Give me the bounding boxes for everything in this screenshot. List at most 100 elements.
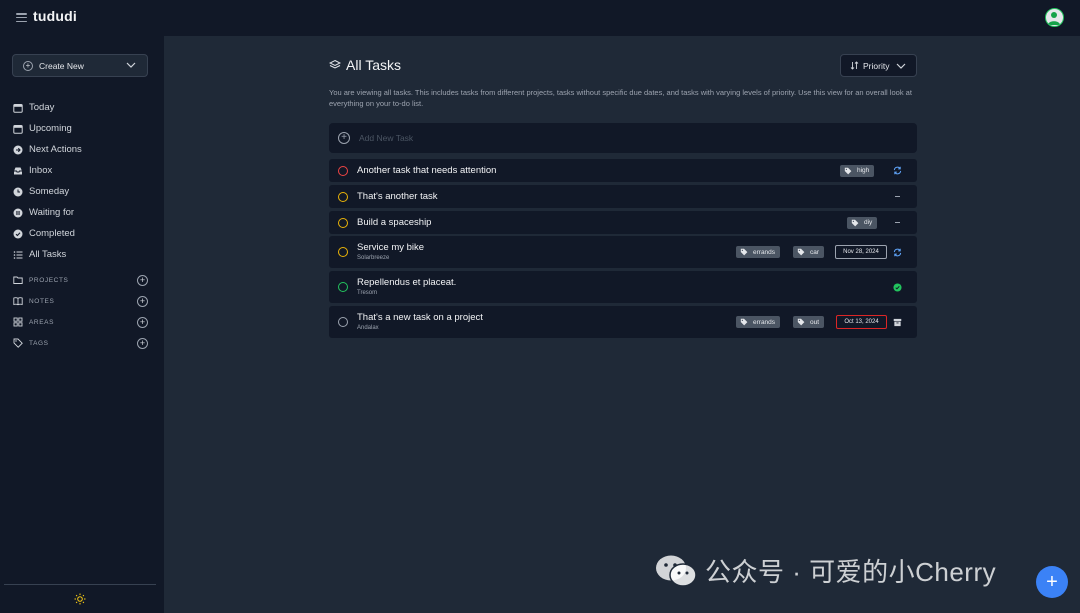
section-label: NOTES — [29, 297, 55, 305]
task-complete-checkbox[interactable] — [338, 191, 348, 202]
sidebar-item-upcoming[interactable]: Upcoming — [12, 118, 82, 139]
section-label: TAGS — [29, 339, 49, 347]
arrow-right-circle-icon — [12, 144, 23, 155]
tag-icon — [740, 318, 748, 326]
task-project: Tresom — [357, 290, 378, 296]
task-complete-checkbox[interactable] — [338, 282, 348, 292]
task-complete-checkbox[interactable] — [338, 217, 348, 228]
tag-icon — [797, 248, 805, 256]
add-note-icon[interactable]: + — [137, 296, 148, 307]
sidebar-item-label: All Tasks — [29, 249, 67, 260]
section-label: AREAS — [29, 318, 55, 326]
sidebar-item-completed[interactable]: Completed — [12, 223, 82, 244]
add-area-icon[interactable]: + — [137, 317, 148, 328]
task-row[interactable]: That's another task — [329, 185, 917, 208]
add-project-icon[interactable]: + — [137, 275, 148, 286]
sidebar-item-label: Today — [29, 102, 55, 113]
task-name: Build a spaceship — [357, 217, 432, 228]
sidebar-nav: Today Upcoming Next Actions Inbox Someda… — [12, 97, 82, 265]
sidebar-item-someday[interactable]: Someday — [12, 181, 82, 202]
calendar-icon — [12, 123, 23, 134]
tag-icon — [740, 248, 748, 256]
watermark: 公众号 · 可爱的小Cherry — [655, 552, 996, 589]
menu-icon[interactable] — [16, 13, 27, 22]
sidebar-item-label: Next Actions — [29, 144, 82, 155]
plus-circle-icon: + — [23, 60, 33, 71]
sidebar-divider — [4, 584, 156, 585]
check-circle-icon — [893, 282, 902, 292]
tag-icon — [12, 338, 23, 349]
task-tag[interactable]: high — [840, 164, 875, 177]
task-name: That's a new task on a project — [357, 312, 483, 323]
create-new-label: Create New — [39, 60, 84, 71]
task-complete-checkbox[interactable] — [338, 247, 348, 257]
app-brand[interactable]: tududi — [33, 8, 77, 24]
user-avatar-icon[interactable] — [1045, 8, 1064, 27]
task-name: Repellendus et placeat. — [357, 277, 457, 288]
task-row[interactable]: Repellendus et placeat. Tresom — [329, 271, 917, 303]
task-name: That's another task — [357, 191, 438, 202]
task-row[interactable]: Service my bike Solarbreeze errands car … — [329, 236, 917, 268]
task-complete-checkbox[interactable] — [338, 165, 348, 176]
tag-label: errands — [753, 248, 776, 256]
sun-icon[interactable] — [74, 593, 86, 605]
sort-label: Priority — [863, 60, 890, 71]
add-tag-icon[interactable]: + — [137, 338, 148, 349]
sidebar-item-label: Inbox — [29, 165, 53, 176]
due-date-badge: Nov 28, 2024 — [835, 245, 887, 259]
sidebar-item-label: Waiting for — [29, 207, 75, 218]
task-name: Service my bike — [357, 242, 425, 253]
task-tag[interactable]: car — [793, 246, 825, 258]
plus-circle-icon: + — [338, 132, 350, 144]
page-title: All Tasks — [329, 57, 401, 73]
sidebar-item-label: Someday — [29, 186, 70, 197]
top-bar: tududi — [0, 0, 1080, 36]
sidebar-item-label: Upcoming — [29, 123, 72, 134]
folder-icon — [12, 275, 23, 286]
layers-icon — [329, 59, 341, 69]
task-tag[interactable]: errands — [736, 246, 781, 258]
watermark-text: 公众号 · 可爱的小Cherry — [705, 557, 997, 587]
due-date-badge: Oct 13, 2024 — [836, 315, 887, 329]
sidebar-item-next-actions[interactable]: Next Actions — [12, 139, 82, 160]
sidebar-section-areas[interactable]: AREAS + — [12, 315, 148, 329]
section-label: PROJECTS — [29, 276, 69, 284]
task-tag[interactable]: errands — [736, 316, 781, 328]
dash-icon — [893, 192, 902, 201]
tag-icon — [844, 167, 852, 175]
add-task-placeholder: Add New Task — [359, 133, 414, 143]
task-tag[interactable]: out — [793, 316, 825, 328]
add-task-input[interactable]: + Add New Task — [329, 123, 917, 153]
sidebar-item-today[interactable]: Today — [12, 97, 82, 118]
archive-icon — [893, 318, 902, 327]
sidebar-item-all-tasks[interactable]: All Tasks — [12, 244, 82, 265]
task-row[interactable]: That's a new task on a project Andalax e… — [329, 306, 917, 338]
pause-circle-icon — [12, 207, 23, 218]
tag-icon — [797, 318, 805, 326]
sidebar-section-notes[interactable]: NOTES + — [12, 294, 148, 308]
sidebar: + Create New Today Upcoming Next Actions… — [0, 36, 164, 613]
task-tag[interactable]: diy — [847, 216, 878, 229]
dash-icon — [893, 218, 902, 227]
sidebar-section-tags[interactable]: TAGS + — [12, 336, 148, 350]
sidebar-item-inbox[interactable]: Inbox — [12, 160, 82, 181]
sort-icon — [850, 61, 859, 70]
task-project: Andalax — [357, 325, 379, 331]
task-complete-checkbox[interactable] — [338, 317, 348, 327]
page-title-text: All Tasks — [346, 57, 401, 73]
book-icon — [12, 296, 23, 307]
wechat-icon — [655, 554, 697, 588]
create-new-button[interactable]: + Create New — [12, 54, 148, 77]
grid-icon — [12, 317, 23, 328]
task-row[interactable]: Another task that needs attention high — [329, 159, 917, 182]
task-project: Solarbreeze — [357, 255, 390, 261]
sidebar-section-projects[interactable]: PROJECTS + — [12, 273, 148, 287]
page-description: You are viewing all tasks. This includes… — [329, 88, 912, 108]
tag-label: high — [857, 167, 870, 174]
sidebar-item-waiting-for[interactable]: Waiting for — [12, 202, 82, 223]
repeat-icon — [893, 248, 902, 257]
add-fab-button[interactable]: + — [1036, 566, 1068, 598]
task-row[interactable]: Build a spaceship diy — [329, 211, 917, 234]
chevron-down-icon — [126, 62, 136, 68]
sort-priority-dropdown[interactable]: Priority — [840, 54, 917, 77]
